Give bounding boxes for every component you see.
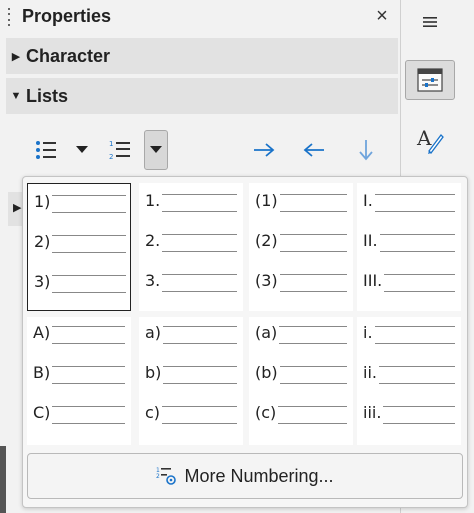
list-mark: ii. bbox=[363, 362, 377, 382]
numbering-style-tile[interactable]: 1) 2) 3) bbox=[27, 183, 131, 311]
section-lists[interactable]: ▼ Lists bbox=[6, 78, 398, 114]
svg-text:A: A bbox=[416, 126, 432, 150]
more-numbering-button[interactable]: 1 2 More Numbering... bbox=[27, 453, 463, 499]
list-mark: i. bbox=[363, 322, 373, 342]
list-mark: B) bbox=[33, 362, 51, 382]
numbering-style-tile[interactable]: (1) (2) (3) bbox=[249, 183, 353, 311]
window-edge bbox=[0, 446, 6, 513]
numbering-style-tile[interactable]: (a) (b) (c) bbox=[249, 317, 353, 445]
bullet-list-icon[interactable] bbox=[30, 130, 62, 170]
bullet-list-dropdown-icon[interactable] bbox=[70, 130, 94, 170]
numbering-style-tile[interactable]: I. II. III. bbox=[357, 183, 461, 311]
menu-icon[interactable] bbox=[405, 2, 455, 42]
section-label: Character bbox=[26, 45, 111, 66]
svg-text:1: 1 bbox=[109, 140, 113, 148]
list-mark: 1) bbox=[34, 191, 51, 211]
list-mark: 3) bbox=[34, 271, 51, 291]
numbered-list-icon[interactable]: 1 2 bbox=[104, 130, 136, 170]
chevron-down-icon: ▼ bbox=[10, 90, 22, 102]
list-mark: (c) bbox=[255, 402, 277, 422]
outdent-arrow-left-icon[interactable] bbox=[298, 130, 330, 170]
list-mark: C) bbox=[33, 402, 51, 422]
lists-toolbar: 1 2 bbox=[0, 126, 400, 174]
panel-title: Properties bbox=[22, 6, 112, 26]
list-mark: c) bbox=[145, 402, 161, 422]
chevron-right-icon: ▶ bbox=[11, 50, 21, 63]
more-numbering-label: More Numbering... bbox=[184, 465, 334, 486]
numbering-style-tile[interactable]: 1. 2. 3. bbox=[139, 183, 243, 311]
list-mark: (b) bbox=[255, 362, 278, 382]
styles-icon[interactable]: A bbox=[405, 120, 455, 160]
svg-text:2: 2 bbox=[156, 473, 160, 480]
panel-titlebar: Properties × bbox=[0, 0, 400, 36]
numbering-popup: 1) 2) 3) 1. 2. 3. (1) (2) (3) I. II. III… bbox=[22, 176, 468, 508]
numbering-style-tile[interactable]: i. ii. iii. bbox=[357, 317, 461, 445]
properties-icon[interactable] bbox=[405, 60, 455, 100]
list-mark: (a) bbox=[255, 322, 278, 342]
list-mark: a) bbox=[145, 322, 162, 342]
close-icon[interactable]: × bbox=[372, 4, 392, 28]
drag-grip-icon[interactable] bbox=[8, 8, 12, 26]
list-mark: b) bbox=[145, 362, 162, 382]
list-mark: III. bbox=[363, 270, 383, 290]
chevron-right-icon: ▶ bbox=[13, 202, 22, 214]
list-mark: A) bbox=[33, 322, 51, 342]
numbering-style-tile[interactable]: A) B) C) bbox=[27, 317, 131, 445]
list-mark: (1) bbox=[255, 190, 278, 210]
numbered-list-dropdown-icon[interactable] bbox=[144, 130, 168, 170]
numbering-style-tile[interactable]: a) b) c) bbox=[139, 317, 243, 445]
list-mark: 2) bbox=[34, 231, 51, 251]
list-mark: (3) bbox=[255, 270, 278, 290]
section-label: Lists bbox=[26, 85, 69, 106]
numbering-settings-icon: 1 2 bbox=[156, 467, 177, 485]
indent-arrow-right-icon[interactable] bbox=[248, 130, 280, 170]
list-mark: 2. bbox=[145, 230, 161, 250]
list-mark: 1. bbox=[145, 190, 161, 210]
list-mark: I. bbox=[363, 190, 373, 210]
section-character[interactable]: ▶ Character bbox=[6, 38, 398, 74]
list-mark: 3. bbox=[145, 270, 161, 290]
arrow-down-icon[interactable] bbox=[350, 130, 382, 170]
list-mark: II. bbox=[363, 230, 378, 250]
list-mark: (2) bbox=[255, 230, 278, 250]
svg-text:2: 2 bbox=[109, 153, 113, 161]
list-mark: iii. bbox=[363, 402, 382, 422]
